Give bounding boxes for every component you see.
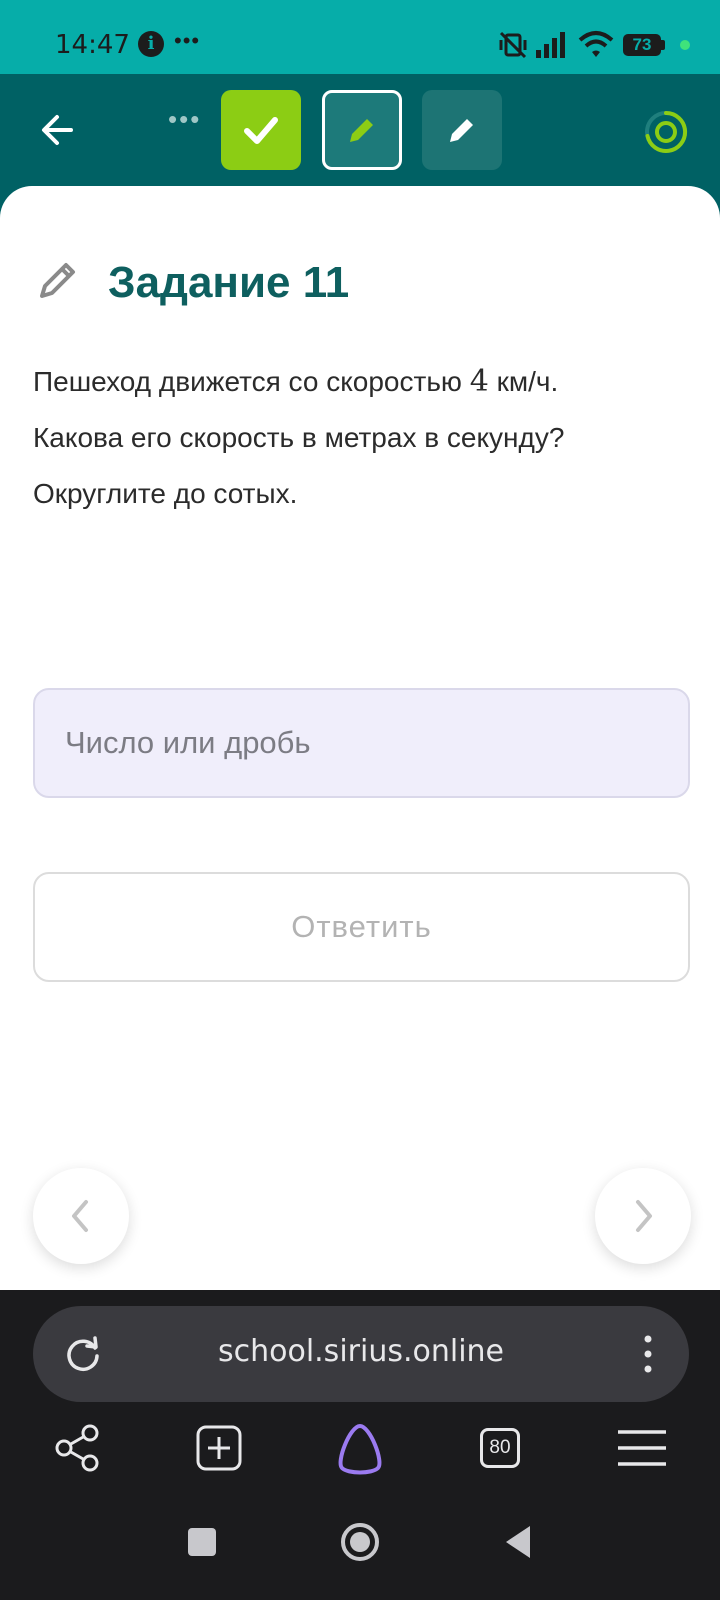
question-line-3: Округлите до сотых. xyxy=(33,478,298,509)
question-text: Пешеход движется со скоростью 4 км/ч. Ка… xyxy=(33,354,693,522)
check-icon xyxy=(244,117,278,144)
previous-task-button[interactable] xyxy=(33,1168,129,1264)
battery-icon: 73 xyxy=(623,34,661,56)
question-line-1: Пешеход движется со скоростью 4 км/ч. xyxy=(33,364,559,399)
menu-icon[interactable] xyxy=(614,1420,670,1476)
new-tab-icon[interactable] xyxy=(191,1420,247,1476)
more-notifications-icon: ••• xyxy=(174,28,201,53)
battery-tip xyxy=(661,40,665,50)
notification-dot xyxy=(680,40,690,50)
address-bar[interactable]: school.sirius.online xyxy=(33,1306,689,1402)
recents-square-icon[interactable] xyxy=(186,1526,218,1558)
question-number: 4 xyxy=(469,364,489,399)
share-icon[interactable] xyxy=(50,1420,106,1476)
home-circle-icon[interactable] xyxy=(340,1522,380,1562)
status-bar: 14:47 i ••• 73 xyxy=(0,0,720,74)
answer-input[interactable] xyxy=(33,688,690,798)
task-title: Задание 11 xyxy=(108,258,350,307)
pencil-icon xyxy=(40,263,75,298)
kebab-menu-icon[interactable] xyxy=(643,1334,653,1374)
chevron-left-icon xyxy=(72,1200,88,1232)
mute-vibrate-icon xyxy=(499,31,527,59)
more-horizontal-icon[interactable]: ••• xyxy=(168,104,201,135)
url-text: school.sirius.online xyxy=(217,1334,505,1369)
signal-icon xyxy=(536,32,565,58)
info-circle-icon: i xyxy=(138,31,164,57)
browser-bar: school.sirius.online 80 xyxy=(0,1290,720,1600)
chevron-right-icon xyxy=(636,1200,652,1232)
alice-assistant-icon[interactable] xyxy=(332,1420,388,1476)
question-line-2: Какова его скорость в метрах в секунду? xyxy=(33,422,565,453)
task-button-completed[interactable] xyxy=(221,90,301,170)
task-sheet: Задание 11 Пешеход движется со скоростью… xyxy=(0,186,720,1290)
task-toolbar: ••• xyxy=(0,74,720,186)
wifi-icon xyxy=(578,31,614,57)
next-task-button[interactable] xyxy=(595,1168,691,1264)
progress-ring-icon[interactable] xyxy=(644,110,688,154)
pencil-icon xyxy=(350,119,373,142)
tabs-icon[interactable]: 80 xyxy=(480,1428,520,1468)
submit-button[interactable]: Ответить xyxy=(33,872,690,982)
system-navigation-bar xyxy=(0,1508,720,1578)
arrow-left-icon[interactable] xyxy=(35,108,79,152)
browser-toolbar: 80 xyxy=(0,1420,720,1490)
task-button-next[interactable] xyxy=(422,90,502,170)
task-button-current[interactable] xyxy=(322,90,402,170)
back-triangle-icon[interactable] xyxy=(502,1524,534,1560)
status-time: 14:47 xyxy=(55,30,130,60)
pencil-icon xyxy=(450,119,473,142)
